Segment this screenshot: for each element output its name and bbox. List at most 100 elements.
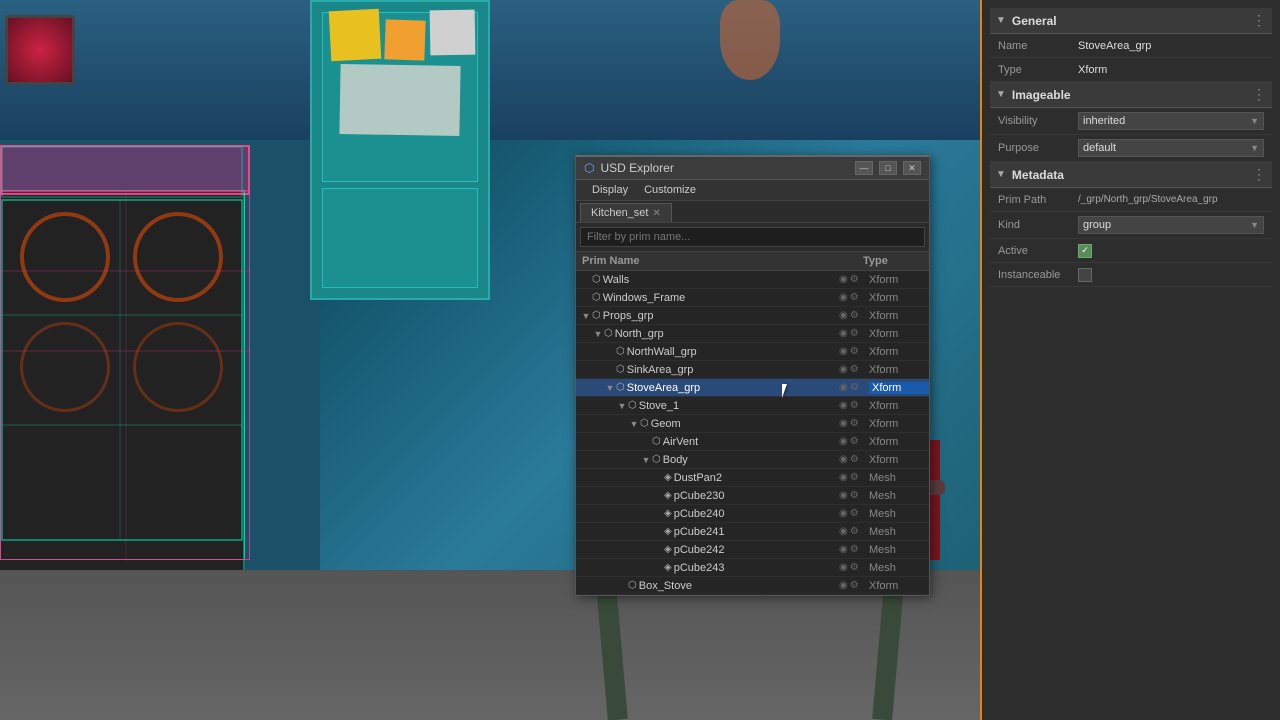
node-name: Walls — [603, 274, 839, 286]
vis-icons: ◉ ⚙ — [839, 274, 869, 285]
maximize-button[interactable]: □ — [879, 161, 897, 175]
tree-row[interactable]: ▼ ⬡ Body ◉ ⚙ Xform — [576, 451, 929, 469]
prop-visibility-dropdown[interactable]: inherited ▼ — [1078, 112, 1264, 130]
tree-row[interactable]: ◈ pCube243 ◉ ⚙ Mesh — [576, 559, 929, 577]
eye-icon[interactable]: ◉ — [839, 544, 848, 555]
eye-icon[interactable]: ◉ — [839, 400, 848, 411]
tree-expander[interactable]: ▼ — [580, 311, 592, 321]
tree-row[interactable]: ▼ ⬡ Props_grp ◉ ⚙ Xform — [576, 307, 929, 325]
eye-icon[interactable]: ◉ — [839, 454, 848, 465]
lock-icon[interactable]: ⚙ — [850, 274, 859, 285]
section-imageable-header[interactable]: ▼ Imageable ⋮ — [990, 82, 1272, 108]
tab-close-icon[interactable]: ✕ — [652, 208, 660, 219]
prop-active-checkbox[interactable]: ✓ — [1078, 244, 1092, 258]
lock-icon[interactable]: ⚙ — [850, 382, 859, 393]
lock-icon[interactable]: ⚙ — [850, 490, 859, 501]
eye-icon[interactable]: ◉ — [839, 580, 848, 591]
eye-icon[interactable]: ◉ — [839, 490, 848, 501]
lock-icon[interactable]: ⚙ — [850, 562, 859, 573]
tree-row[interactable]: ⬡ AirVent ◉ ⚙ Xform — [576, 433, 929, 451]
eye-icon[interactable]: ◉ — [839, 346, 848, 357]
lock-icon[interactable]: ⚙ — [850, 346, 859, 357]
menu-customize[interactable]: Customize — [636, 182, 704, 198]
prop-instanceable-checkbox[interactable] — [1078, 268, 1092, 282]
tree-row[interactable]: ◈ pCube242 ◉ ⚙ Mesh — [576, 541, 929, 559]
section-imageable-menu[interactable]: ⋮ — [1252, 86, 1266, 103]
lock-icon[interactable]: ⚙ — [850, 310, 859, 321]
eye-icon[interactable]: ◉ — [839, 310, 848, 321]
tree-row[interactable]: ◈ pCube230 ◉ ⚙ Mesh — [576, 487, 929, 505]
vis-icons: ◉ ⚙ — [839, 580, 869, 591]
lock-icon[interactable]: ⚙ — [850, 364, 859, 375]
node-name: North_grp — [615, 328, 839, 340]
window-title: USD Explorer — [600, 161, 849, 175]
lock-icon[interactable]: ⚙ — [850, 400, 859, 411]
lock-icon[interactable]: ⚙ — [850, 580, 859, 591]
tree-expander[interactable]: ▼ — [616, 401, 628, 411]
eye-icon[interactable]: ◉ — [839, 328, 848, 339]
tree-row[interactable]: ▼ ⬡ Geom ◉ ⚙ Xform — [576, 415, 929, 433]
tree-expander[interactable]: ▼ — [628, 419, 640, 429]
eye-icon[interactable]: ◉ — [839, 562, 848, 573]
section-metadata-header[interactable]: ▼ Metadata ⋮ — [990, 162, 1272, 188]
eye-icon[interactable]: ◉ — [839, 508, 848, 519]
vis-icons: ◉ ⚙ — [839, 382, 869, 393]
kind-chevron-icon: ▼ — [1250, 220, 1259, 230]
section-metadata-menu[interactable]: ⋮ — [1252, 166, 1266, 183]
prop-name-label: Name — [998, 40, 1078, 52]
tree-row[interactable]: ⬡ Walls ◉ ⚙ Xform — [576, 271, 929, 289]
section-general-menu[interactable]: ⋮ — [1252, 12, 1266, 29]
tree-row[interactable]: ▼ ⬡ Stove_1 ◉ ⚙ Xform — [576, 397, 929, 415]
tree-expander[interactable]: ▼ — [604, 383, 616, 393]
tree-row[interactable]: ◈ DustPan2 ◉ ⚙ Mesh — [576, 469, 929, 487]
eye-icon[interactable]: ◉ — [839, 436, 848, 447]
lock-icon[interactable]: ⚙ — [850, 292, 859, 303]
node-name: SinkArea_grp — [627, 364, 839, 376]
node-name: DustPan2 — [674, 472, 839, 484]
tree-row[interactable]: ⬡ NorthWall_grp ◉ ⚙ Xform — [576, 343, 929, 361]
lock-icon[interactable]: ⚙ — [850, 472, 859, 483]
tree-row[interactable]: ⬡ SinkArea_grp ◉ ⚙ Xform — [576, 361, 929, 379]
tree-row[interactable]: ◈ pCube241 ◉ ⚙ Mesh — [576, 523, 929, 541]
tab-kitchen-set[interactable]: Kitchen_set ✕ — [580, 203, 672, 222]
vis-icons: ◉ ⚙ — [839, 364, 869, 375]
prop-kind-dropdown[interactable]: group ▼ — [1078, 216, 1264, 234]
tree-body[interactable]: ⬡ Walls ◉ ⚙ Xform ⬡ Windows_Frame ◉ ⚙ Xf… — [576, 271, 929, 595]
lock-icon[interactable]: ⚙ — [850, 328, 859, 339]
vis-icons: ◉ ⚙ — [839, 400, 869, 411]
lock-icon[interactable]: ⚙ — [850, 526, 859, 537]
eye-icon[interactable]: ◉ — [839, 472, 848, 483]
node-name: pCube243 — [674, 562, 839, 574]
tree-expander[interactable]: ▼ — [640, 455, 652, 465]
tree-row[interactable]: ▼ ⬡ StoveArea_grp ◉ ⚙ Xform — [576, 379, 929, 397]
eye-icon[interactable]: ◉ — [839, 274, 848, 285]
section-general-header[interactable]: ▼ General ⋮ — [990, 8, 1272, 34]
filter-input[interactable] — [580, 227, 925, 247]
menu-display[interactable]: Display — [584, 182, 636, 198]
tree-row[interactable]: ◈ pCube240 ◉ ⚙ Mesh — [576, 505, 929, 523]
lock-icon[interactable]: ⚙ — [850, 454, 859, 465]
lock-icon[interactable]: ⚙ — [850, 436, 859, 447]
close-button[interactable]: ✕ — [903, 161, 921, 175]
tree-expander[interactable]: ▼ — [592, 329, 604, 339]
eye-icon[interactable]: ◉ — [839, 292, 848, 303]
eye-icon[interactable]: ◉ — [839, 418, 848, 429]
lock-icon[interactable]: ⚙ — [850, 508, 859, 519]
prop-purpose-dropdown[interactable]: default ▼ — [1078, 139, 1264, 157]
minimize-button[interactable]: — — [855, 161, 873, 175]
prop-kind-row: Kind group ▼ — [990, 212, 1272, 239]
tree-row[interactable]: ▼ ⬡ North_grp ◉ ⚙ Xform — [576, 325, 929, 343]
lock-icon[interactable]: ⚙ — [850, 544, 859, 555]
eye-icon[interactable]: ◉ — [839, 526, 848, 537]
vis-icons: ◉ ⚙ — [839, 562, 869, 573]
eye-icon[interactable]: ◉ — [839, 382, 848, 393]
node-name: StoveArea_grp — [627, 382, 839, 394]
section-general-content: Name StoveArea_grp Type Xform — [990, 34, 1272, 82]
tree-row[interactable]: ⬡ Box_Stove ◉ ⚙ Xform — [576, 577, 929, 595]
tree-row[interactable]: ⬡ Windows_Frame ◉ ⚙ Xform — [576, 289, 929, 307]
ceiling — [0, 0, 980, 140]
node-type-icon: ⬡ — [592, 292, 601, 303]
lock-icon[interactable]: ⚙ — [850, 418, 859, 429]
eye-icon[interactable]: ◉ — [839, 364, 848, 375]
vis-icons: ◉ ⚙ — [839, 490, 869, 501]
